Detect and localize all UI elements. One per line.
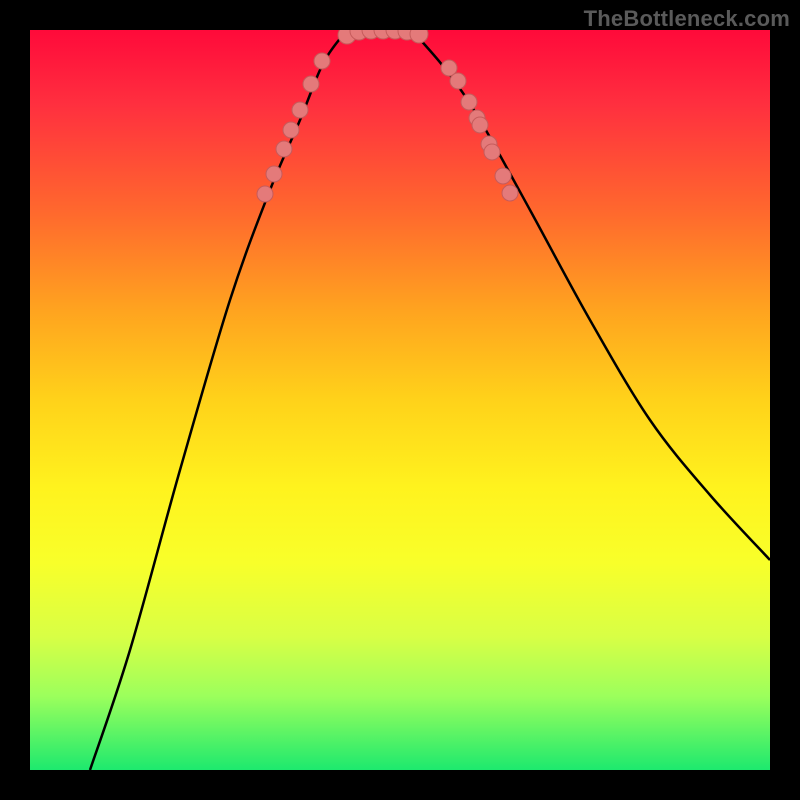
bottleneck-chart — [30, 30, 770, 770]
curve-marker — [314, 53, 330, 69]
plot-frame — [30, 30, 770, 770]
curve-marker — [276, 141, 292, 157]
curve-marker — [461, 94, 477, 110]
curve-marker — [266, 166, 282, 182]
curve-marker — [484, 144, 500, 160]
curve-marker — [257, 186, 273, 202]
bottleneck-curve — [90, 30, 770, 770]
curve-marker — [292, 102, 308, 118]
curve-marker-group — [257, 30, 518, 202]
stage: TheBottleneck.com — [0, 0, 800, 800]
curve-marker — [495, 168, 511, 184]
watermark-text: TheBottleneck.com — [584, 6, 790, 32]
curve-marker — [303, 76, 319, 92]
curve-marker — [502, 185, 518, 201]
curve-marker — [450, 73, 466, 89]
curve-marker — [410, 30, 428, 43]
curve-marker — [472, 117, 488, 133]
curve-marker — [283, 122, 299, 138]
